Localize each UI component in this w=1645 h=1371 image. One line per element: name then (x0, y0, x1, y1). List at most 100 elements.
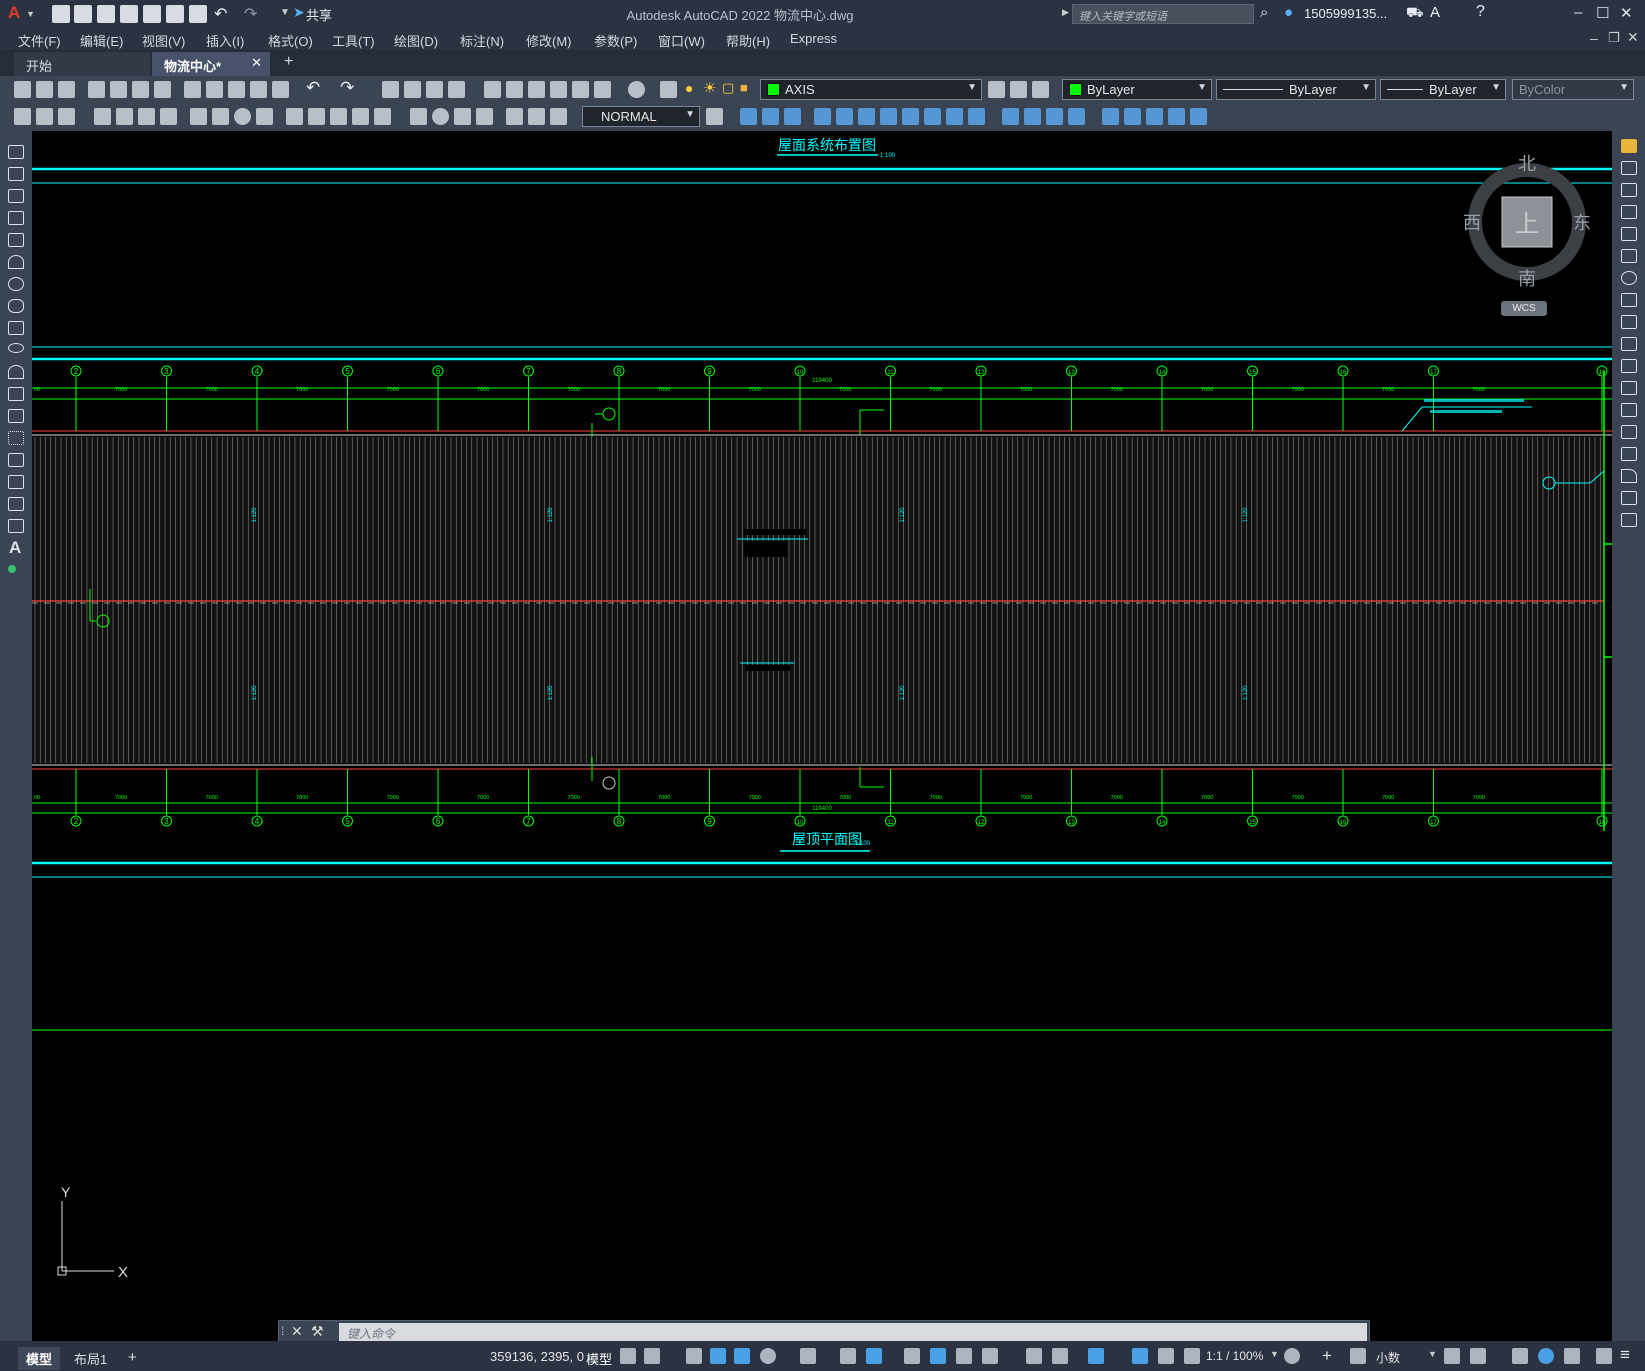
selection-cycling-icon[interactable] (956, 1348, 972, 1364)
add-layout-button[interactable]: + (120, 1347, 145, 1368)
extrude-faces-icon[interactable] (1068, 108, 1085, 125)
lineweight-icon[interactable] (904, 1348, 920, 1364)
annotation-scale-value[interactable]: 1:1 / 100% (1206, 1349, 1263, 1363)
annotation-scale-icon[interactable] (1184, 1348, 1200, 1364)
annotation-visibility-icon[interactable] (1132, 1348, 1148, 1364)
snap-icon[interactable] (644, 1348, 660, 1364)
doc-close-icon[interactable]: ✕ (1627, 29, 1639, 46)
dynamic-ucs-icon[interactable] (1026, 1348, 1042, 1364)
break-at-point-icon[interactable] (1621, 381, 1637, 395)
autocad-logo-icon[interactable]: A (8, 3, 20, 23)
tab-document[interactable]: 物流中心* ✕ (152, 52, 270, 76)
chamfer-icon[interactable] (1621, 447, 1637, 461)
dim-tool-icon[interactable] (36, 108, 53, 125)
offset-faces-icon[interactable] (1124, 108, 1141, 125)
menu-parametric[interactable]: 参数(P) (594, 31, 637, 50)
3d-array-icon[interactable] (836, 108, 853, 125)
menu-view[interactable]: 视图(V) (142, 31, 185, 50)
arc-icon[interactable] (8, 255, 24, 269)
plot-icon[interactable] (189, 5, 207, 23)
dimtedit-icon[interactable] (528, 108, 545, 125)
tab-layout1[interactable]: 布局1 (66, 1347, 115, 1370)
menu-express[interactable]: Express (790, 31, 837, 46)
dimstyle-manager-icon[interactable] (706, 108, 723, 125)
user-account[interactable]: 1505999135... (1304, 6, 1387, 21)
menu-insert[interactable]: 插入(I) (206, 31, 244, 50)
drawing-canvas[interactable]: 屋面系统布置图 1:100 2 2 3 3 4 4 5 5 6 6 7 7 8 8 9 9 10 10 11 11 12… (32, 131, 1612, 1341)
copy-icon[interactable] (206, 81, 223, 98)
offset-icon[interactable] (1621, 205, 1637, 219)
layer-thaw-sun-icon[interactable]: ☀ (703, 79, 716, 97)
object-snap-tracking-icon[interactable] (840, 1348, 856, 1364)
lineweight-dropdown[interactable]: ByLayer ▼ (1380, 79, 1506, 100)
autodesk-app-icon[interactable]: A (1430, 4, 1440, 21)
move-icon[interactable] (1621, 249, 1637, 263)
search-expand-icon[interactable]: ▶ (1062, 7, 1069, 18)
zoom-previous-icon[interactable] (448, 81, 465, 98)
model-space-button[interactable]: 模型 (586, 1349, 612, 1368)
chevron-down-icon[interactable]: ▼ (1428, 1349, 1437, 1359)
taper-faces-icon[interactable] (1190, 108, 1207, 125)
customization-menu-icon[interactable]: ≡ (1620, 1345, 1630, 1365)
array-icon[interactable] (1621, 227, 1637, 241)
cart-icon[interactable]: ⛟ (1406, 4, 1424, 23)
construction-line-icon[interactable] (8, 167, 24, 181)
polygon-icon[interactable] (8, 211, 24, 225)
make-block-icon[interactable] (8, 409, 24, 423)
add-selected-icon[interactable] (8, 565, 16, 573)
save-toolbar-icon[interactable] (58, 81, 75, 98)
object-snap-icon[interactable] (866, 1348, 882, 1364)
tab-model[interactable]: 模型 (18, 1347, 61, 1370)
explode-icon[interactable] (1621, 513, 1637, 527)
open-web-icon[interactable] (143, 5, 161, 23)
compass-north[interactable]: 北 (1518, 154, 1536, 175)
extend-icon[interactable] (1621, 359, 1637, 373)
hardware-acceleration-icon[interactable] (1538, 1348, 1554, 1364)
gizmo-icon[interactable] (1088, 1348, 1104, 1364)
transparency-icon[interactable] (930, 1348, 946, 1364)
grip-icon[interactable]: ⁞ (281, 1324, 284, 1338)
move-faces-icon[interactable] (1102, 108, 1119, 125)
print-icon[interactable] (88, 81, 105, 98)
qnew-icon[interactable] (14, 81, 31, 98)
mirror-icon[interactable] (1621, 183, 1637, 197)
help-toolbar-icon[interactable] (628, 81, 645, 98)
clean-screen-icon[interactable] (1564, 1348, 1580, 1364)
ellipse-arc-icon[interactable] (8, 365, 24, 379)
chevron-down-icon[interactable]: ▼ (1270, 1349, 1279, 1359)
save-web-icon[interactable] (166, 5, 184, 23)
menu-tools[interactable]: 工具(T) (332, 31, 375, 50)
close-icon[interactable]: ✕ (1620, 4, 1633, 22)
3d-rotate-icon[interactable] (762, 108, 779, 125)
isolate-objects-icon[interactable] (1512, 1348, 1528, 1364)
quick-dimension-icon[interactable] (286, 108, 303, 125)
auto-scale-icon[interactable] (1158, 1348, 1174, 1364)
dimension-space-icon[interactable] (352, 108, 369, 125)
new-file-icon[interactable] (52, 5, 70, 23)
diameter-dimension-icon[interactable] (234, 108, 251, 125)
continue-dimension-icon[interactable] (330, 108, 347, 125)
minimize-icon[interactable]: – (1574, 4, 1582, 21)
polyline-icon[interactable] (8, 189, 24, 203)
menu-format[interactable]: 格式(O) (268, 31, 313, 50)
revision-cloud-icon[interactable] (8, 299, 24, 313)
app-menu-chevron-icon[interactable]: ▼ (26, 9, 35, 19)
coordinate-readout[interactable]: 359136, 2395, 0 (490, 1349, 584, 1364)
menu-help[interactable]: 帮助(H) (726, 31, 770, 50)
delete-faces-icon[interactable] (1146, 108, 1163, 125)
save-as-icon[interactable] (120, 5, 138, 23)
stretch-icon[interactable] (1621, 315, 1637, 329)
quick-properties-icon[interactable] (1444, 1348, 1460, 1364)
layer-properties-icon[interactable] (660, 81, 677, 98)
annotation-monitor-icon[interactable]: + (1322, 1346, 1332, 1366)
dimedit-icon[interactable] (506, 108, 523, 125)
tool-palettes-icon[interactable] (528, 81, 545, 98)
hatch-icon[interactable] (8, 453, 24, 467)
jogged-dimension-icon[interactable] (212, 108, 229, 125)
print-preview-icon[interactable] (110, 81, 127, 98)
insert-block-icon[interactable] (8, 387, 24, 401)
scale-icon[interactable] (1621, 293, 1637, 307)
baseline-dimension-icon[interactable] (308, 108, 325, 125)
copy-object-icon[interactable] (1621, 161, 1637, 175)
menu-dimension[interactable]: 标注(N) (460, 31, 504, 50)
